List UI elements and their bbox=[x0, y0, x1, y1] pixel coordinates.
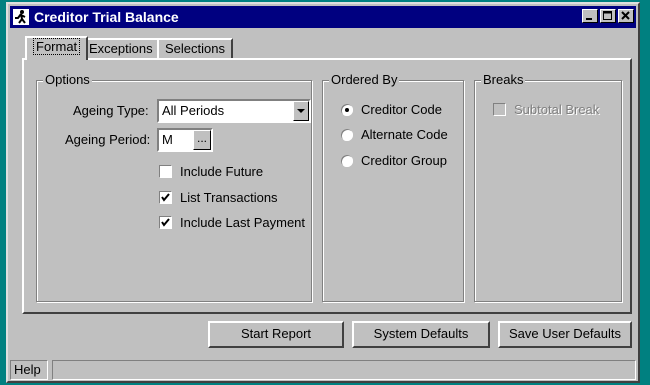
status-bar: Help bbox=[10, 360, 636, 380]
ageing-type-select[interactable]: All Periods bbox=[157, 99, 311, 123]
minimize-icon bbox=[586, 18, 592, 20]
ageing-period-value: M bbox=[162, 132, 173, 147]
tab-format[interactable]: Format bbox=[25, 36, 89, 60]
save-user-defaults-button[interactable]: Save User Defaults bbox=[498, 321, 632, 348]
checkmark-icon bbox=[161, 218, 170, 227]
ageing-period-field[interactable]: M ... bbox=[157, 128, 213, 152]
radio-creditor-group[interactable]: Creditor Group bbox=[341, 153, 447, 168]
minimize-button[interactable] bbox=[582, 9, 598, 23]
ageing-type-value: All Periods bbox=[162, 103, 225, 118]
ageing-type-dropdown-button[interactable] bbox=[293, 101, 309, 121]
chevron-down-icon bbox=[297, 109, 305, 113]
runner-icon bbox=[13, 9, 29, 25]
list-transactions-checkbox[interactable]: List Transactions bbox=[159, 190, 278, 205]
subtotal-break-label: Subtotal Break bbox=[514, 102, 600, 117]
tab-selections[interactable]: Selections bbox=[157, 38, 233, 58]
include-future-checkbox[interactable]: Include Future bbox=[159, 164, 263, 179]
radio-creditor-code-label: Creditor Code bbox=[361, 102, 442, 117]
ageing-type-label: Ageing Type: bbox=[73, 103, 149, 118]
status-message bbox=[52, 360, 636, 380]
list-transactions-label: List Transactions bbox=[180, 190, 278, 205]
maximize-icon bbox=[603, 11, 612, 20]
ageing-period-lookup-button[interactable]: ... bbox=[193, 130, 211, 150]
include-last-payment-checkbox[interactable]: Include Last Payment bbox=[159, 215, 305, 230]
start-report-button[interactable]: Start Report bbox=[208, 321, 344, 348]
close-icon bbox=[621, 11, 630, 20]
include-future-label: Include Future bbox=[180, 164, 264, 179]
radio-alternate-code-label: Alternate Code bbox=[361, 127, 448, 142]
system-defaults-button[interactable]: System Defaults bbox=[352, 321, 490, 348]
tab-selections-label: Selections bbox=[165, 41, 225, 56]
ordered-by-group: Ordered By Creditor Code Alternate Code … bbox=[322, 72, 464, 302]
close-button[interactable] bbox=[618, 9, 634, 23]
checkmark-icon bbox=[161, 193, 170, 202]
breaks-group-label: Breaks bbox=[481, 72, 526, 88]
subtotal-break-checkbox[interactable]: Subtotal Break bbox=[493, 102, 599, 117]
dialog-window: Creditor Trial Balance Format Exceptions… bbox=[6, 2, 640, 383]
include-last-payment-label: Include Last Payment bbox=[180, 215, 306, 230]
include-last-payment-box[interactable] bbox=[159, 216, 172, 229]
ageing-period-label: Ageing Period: bbox=[65, 132, 151, 147]
window-title: Creditor Trial Balance bbox=[34, 9, 179, 25]
include-future-box[interactable] bbox=[159, 165, 172, 178]
radio-creditor-group-label: Creditor Group bbox=[361, 153, 447, 168]
radio-creditor-code-dot[interactable] bbox=[341, 103, 353, 116]
radio-alternate-code[interactable]: Alternate Code bbox=[341, 127, 448, 142]
breaks-group: Breaks Subtotal Break bbox=[474, 72, 622, 302]
radio-creditor-group-dot[interactable] bbox=[341, 154, 353, 167]
options-group-label: Options bbox=[43, 72, 92, 88]
radio-creditor-code[interactable]: Creditor Code bbox=[341, 102, 442, 117]
tab-exceptions[interactable]: Exceptions bbox=[81, 38, 161, 58]
title-bar[interactable]: Creditor Trial Balance bbox=[10, 6, 636, 28]
ordered-by-group-label: Ordered By bbox=[329, 72, 400, 88]
options-group: Options Ageing Type: All Periods Ageing … bbox=[36, 72, 312, 302]
radio-alternate-code-dot[interactable] bbox=[341, 128, 353, 141]
maximize-button[interactable] bbox=[600, 9, 616, 23]
format-tab-panel: Options Ageing Type: All Periods Ageing … bbox=[22, 58, 632, 314]
subtotal-break-box[interactable] bbox=[493, 103, 506, 116]
list-transactions-box[interactable] bbox=[159, 191, 172, 204]
status-help: Help bbox=[10, 360, 48, 380]
tab-format-label: Format bbox=[33, 38, 81, 55]
tab-exceptions-label: Exceptions bbox=[89, 41, 153, 56]
